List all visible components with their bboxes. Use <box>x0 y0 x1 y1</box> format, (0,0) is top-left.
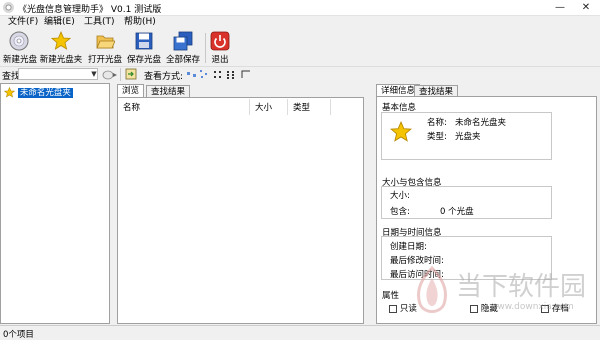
toolbar: 新建光盘 新建光盘夹 打开光盘 保存光盘 全部保存 退出 <box>0 29 600 67</box>
status-bar: 0个项目 <box>0 325 600 340</box>
menu-edit[interactable]: 编辑(E) <box>44 16 75 29</box>
exit-label: 退出 <box>211 55 229 65</box>
name-label: 名称: <box>427 118 447 128</box>
star-icon <box>390 121 412 142</box>
watermark-logo-icon <box>417 266 447 313</box>
view-small-icons-icon[interactable] <box>199 69 211 80</box>
app-disc-icon <box>3 2 14 13</box>
view-large-icons-icon[interactable] <box>186 69 198 80</box>
tree-node-root[interactable]: 未命名光盘夹 <box>3 86 73 99</box>
search-dropdown-icon[interactable]: ▼ <box>90 68 98 80</box>
minimize-button[interactable]: — <box>548 0 572 16</box>
save-all-button[interactable]: 全部保存 <box>165 31 201 67</box>
column-separator <box>249 99 250 115</box>
created-label: 创建日期: <box>390 242 427 252</box>
watermark-url: www.downxia.com <box>490 302 574 312</box>
star-icon <box>51 31 71 50</box>
type-label: 类型: <box>427 132 447 142</box>
menu-tools[interactable]: 工具(T) <box>84 16 115 29</box>
save-disc-button[interactable]: 保存光盘 <box>126 31 162 67</box>
file-list: 名称 大小 类型 <box>117 97 364 324</box>
title-bar: 《光盘信息管理助手》 V0.1 测试版 — ✕ <box>0 0 600 16</box>
column-separator <box>287 99 288 115</box>
view-details-icon[interactable] <box>225 69 237 80</box>
size-info-group: 大小: 包含: 0 个光盘 <box>381 186 552 219</box>
open-disc-label: 打开光盘 <box>88 55 123 65</box>
disc-icon <box>9 31 29 51</box>
watermark: 当下软件园 www.downxia.com <box>410 262 600 322</box>
column-separator <box>330 99 331 115</box>
disc-folder-tree: 未命名光盘夹 <box>0 83 110 324</box>
contains-value: 0 个光盘 <box>440 207 474 217</box>
save-disc-label: 保存光盘 <box>126 55 161 65</box>
close-button[interactable]: ✕ <box>574 0 598 16</box>
column-header-size[interactable]: 大小 <box>255 101 272 113</box>
view-list-icon[interactable] <box>212 69 224 80</box>
basic-info-group: 名称: 未命名光盘夹 类型: 光盘夹 <box>381 112 552 160</box>
star-icon <box>3 86 16 98</box>
column-header-type[interactable]: 类型 <box>293 101 310 113</box>
new-disc-button[interactable]: 新建光盘 <box>3 31 38 67</box>
save-all-label: 全部保存 <box>165 55 200 65</box>
floppy-disk-icon <box>135 32 153 50</box>
open-disc-button[interactable]: 打开光盘 <box>88 31 122 67</box>
view-mode-label: 查看方式: <box>144 72 184 82</box>
new-disc-label: 新建光盘 <box>3 55 38 65</box>
save-all-icon <box>173 31 193 51</box>
column-header-name[interactable]: 名称 <box>123 101 140 113</box>
new-disc-folder-button[interactable]: 新建光盘夹 <box>39 31 83 67</box>
window-title: 《光盘信息管理助手》 V0.1 测试版 <box>18 5 162 15</box>
type-value: 光盘夹 <box>455 132 481 142</box>
new-disc-folder-label: 新建光盘夹 <box>39 55 83 65</box>
searchbar-separator <box>120 68 121 81</box>
search-input[interactable] <box>18 68 98 80</box>
view-thumbnail-icon[interactable] <box>240 69 252 80</box>
menu-file[interactable]: 文件(F) <box>8 16 38 29</box>
menu-help[interactable]: 帮助(H) <box>124 16 156 29</box>
search-bar: 查找 ▼ 查看方式: <box>0 67 600 82</box>
contains-label: 包含: <box>390 207 410 217</box>
tree-node-label: 未命名光盘夹 <box>17 88 73 98</box>
folder-open-icon <box>96 35 115 49</box>
name-value: 未命名光盘夹 <box>455 118 507 128</box>
status-text: 0个项目 <box>3 330 34 340</box>
export-icon[interactable] <box>125 68 137 80</box>
checkbox-box <box>389 304 397 313</box>
power-icon <box>210 31 230 51</box>
size-label: 大小: <box>390 191 410 201</box>
tab-browse[interactable]: 浏览 <box>117 84 145 98</box>
toolbar-separator <box>205 33 206 63</box>
search-go-icon[interactable] <box>102 69 118 80</box>
watermark-brand: 当下软件园 <box>456 272 587 302</box>
attributes-title: 属性 <box>382 291 400 301</box>
menu-bar: 文件(F) 编辑(E) 工具(T) 帮助(H) <box>0 16 600 29</box>
exit-button[interactable]: 退出 <box>209 31 231 67</box>
